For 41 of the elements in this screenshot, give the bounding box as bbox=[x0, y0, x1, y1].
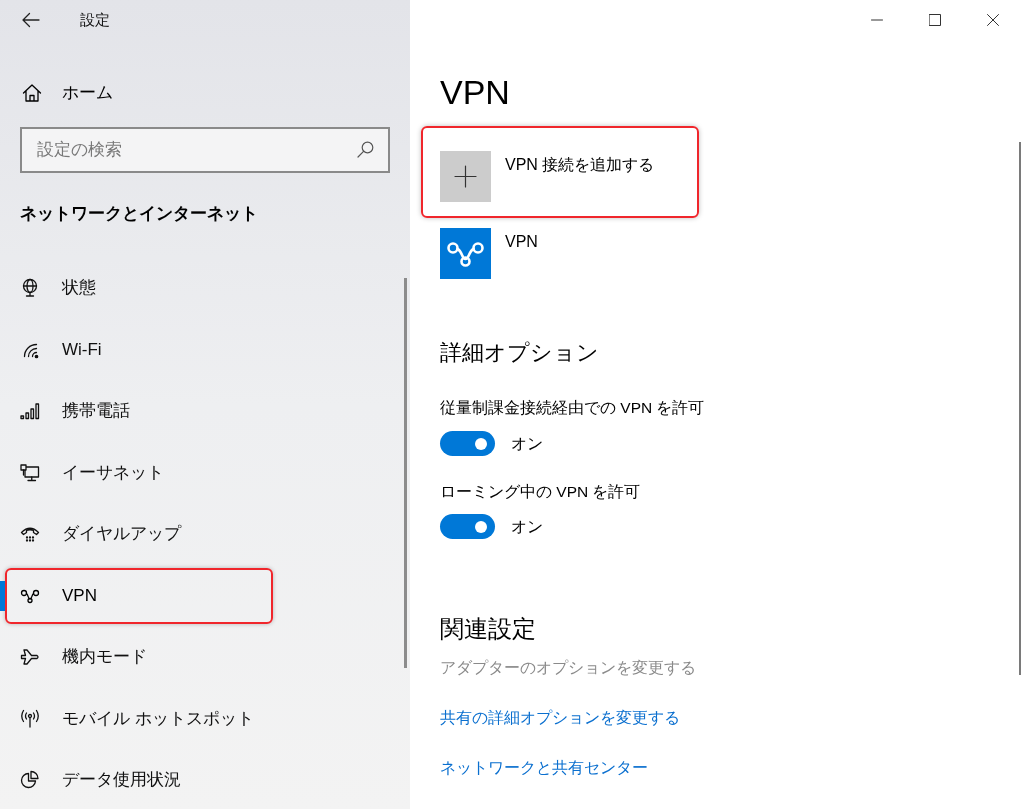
section-heading: 詳細オプション bbox=[440, 339, 599, 367]
back-arrow-icon bbox=[22, 12, 40, 28]
maximize-icon bbox=[929, 14, 941, 26]
sidebar-nav-item[interactable]: 状態 bbox=[7, 262, 271, 314]
toggle-state-label: オン bbox=[511, 433, 543, 454]
window-title: 設定 bbox=[80, 9, 110, 30]
signal-bars-icon bbox=[20, 401, 40, 421]
sidebar-nav-item[interactable]: データ使用状況 bbox=[7, 754, 271, 806]
airplane-icon bbox=[20, 647, 40, 667]
setting-label: ローミング中の VPN を許可 bbox=[440, 482, 641, 502]
settings-link[interactable]: 共有の詳細オプションを変更する bbox=[440, 707, 680, 729]
antenna-icon bbox=[20, 708, 40, 729]
home-icon bbox=[22, 83, 42, 103]
sidebar-nav-item[interactable]: 機内モード bbox=[7, 631, 271, 683]
vpn-connection-item[interactable]: VPN bbox=[440, 228, 538, 279]
sidebar-nav-item[interactable]: Wi-Fi bbox=[7, 323, 271, 376]
sidebar-nav-item[interactable]: 携帯電話 bbox=[7, 385, 271, 437]
globe-icon bbox=[20, 278, 40, 298]
close-icon bbox=[987, 14, 999, 26]
pie-chart-icon bbox=[20, 770, 40, 790]
search-icon bbox=[357, 141, 374, 158]
toggle-switch[interactable] bbox=[440, 514, 495, 539]
section-heading: ネットワークとインターネット bbox=[19, 202, 259, 224]
setting-label: 従量制課金接続経由での VPN を許可 bbox=[440, 398, 705, 418]
toggle-state-label: オン bbox=[511, 516, 543, 537]
scrollbar-thumb[interactable] bbox=[404, 278, 407, 668]
sidebar-nav-item[interactable]: ダイヤルアップ bbox=[7, 508, 271, 560]
settings-link[interactable]: ネットワークと共有センター bbox=[440, 757, 648, 779]
toggle-switch[interactable] bbox=[440, 431, 495, 456]
section-heading: 関連設定 bbox=[440, 614, 536, 644]
search-field[interactable]: 設定の検索 bbox=[20, 127, 390, 173]
page-title: VPN bbox=[440, 72, 510, 113]
plus-icon bbox=[440, 151, 491, 202]
home-nav-item[interactable]: ホーム bbox=[0, 73, 113, 113]
sidebar-nav-item[interactable]: モバイル ホットスポット bbox=[7, 692, 271, 745]
monitor-icon bbox=[20, 462, 40, 483]
sidebar-nav-item[interactable]: イーサネット bbox=[7, 446, 271, 499]
sidebar-nav-item[interactable]: VPN bbox=[7, 569, 271, 622]
add-vpn-connection-button[interactable]: VPN 接続を追加する bbox=[440, 151, 655, 202]
scrollbar-thumb[interactable] bbox=[1019, 142, 1021, 675]
vpn-logo-icon bbox=[440, 228, 491, 279]
